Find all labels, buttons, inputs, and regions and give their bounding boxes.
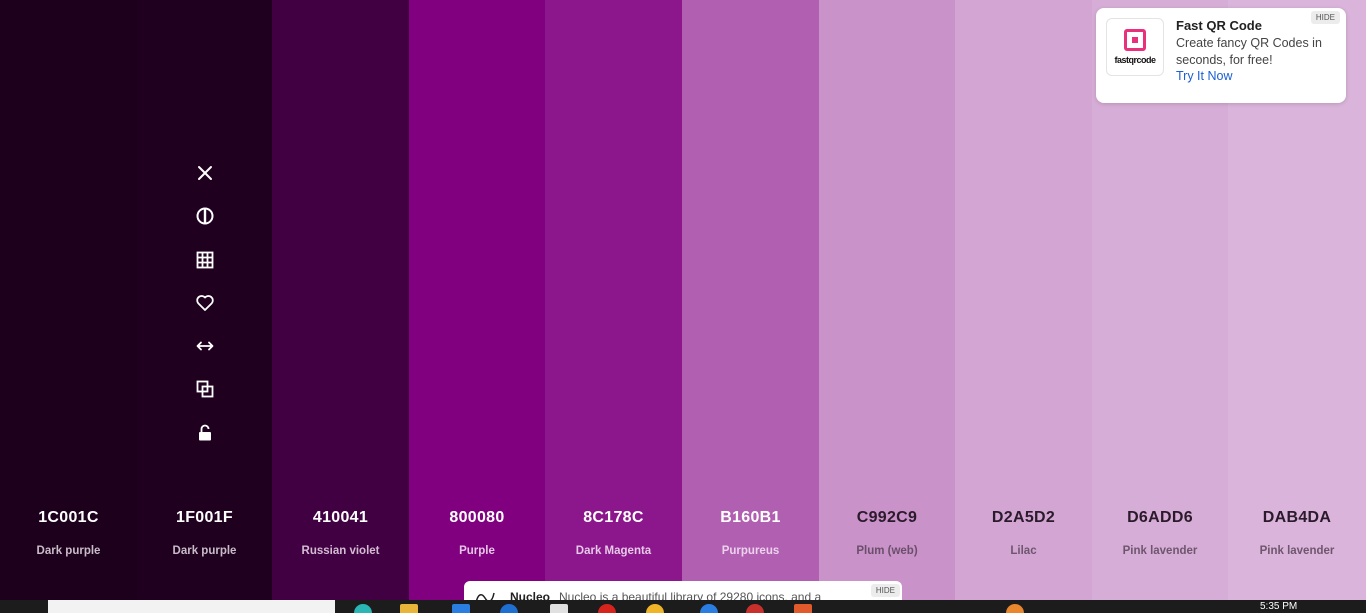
swatch-hex-code[interactable]: DAB4DA bbox=[1228, 509, 1366, 527]
swatch-color-name: Dark Magenta bbox=[575, 545, 652, 557]
view-shades-button[interactable] bbox=[190, 201, 220, 231]
swatch-hex-code[interactable]: D6ADD6 bbox=[1092, 509, 1228, 527]
heart-icon bbox=[196, 295, 214, 311]
swatch-color-name: Pink lavender bbox=[1122, 545, 1198, 557]
qr-code-icon bbox=[1124, 29, 1146, 51]
store-icon[interactable] bbox=[452, 604, 470, 613]
windows-taskbar: 5:35 PM bbox=[0, 600, 1366, 613]
color-swatch[interactable]: B160B1 Purpureus bbox=[682, 0, 819, 600]
swatch-hex-code[interactable]: C992C9 bbox=[819, 509, 955, 527]
swatch-color-name: Purple bbox=[459, 545, 495, 557]
swatch-color-name: Plum (web) bbox=[856, 545, 918, 557]
folder-icon[interactable] bbox=[400, 604, 418, 613]
grid-view-button[interactable] bbox=[190, 245, 220, 275]
taskbar-app-icon[interactable] bbox=[700, 604, 718, 613]
swatch-color-name: Dark purple bbox=[172, 545, 237, 557]
edge-icon[interactable] bbox=[500, 604, 518, 613]
taskbar-app-icon[interactable] bbox=[746, 604, 764, 613]
swatch-color-name: Purpureus bbox=[721, 545, 780, 557]
contrast-icon bbox=[196, 207, 214, 225]
remove-color-button[interactable] bbox=[190, 158, 220, 188]
swatch-hex-code[interactable]: 1C001C bbox=[0, 509, 137, 527]
fastqrcode-logo: fastqrcode bbox=[1106, 18, 1164, 76]
hide-ad-button[interactable]: HIDE bbox=[870, 584, 900, 597]
taskbar-search-box[interactable] bbox=[48, 600, 335, 613]
close-icon bbox=[198, 166, 212, 180]
ad-cta-link[interactable]: Try It Now bbox=[1176, 69, 1232, 83]
swatch-color-name: Russian violet bbox=[301, 545, 380, 557]
swatch-color-name: Dark purple bbox=[36, 545, 101, 557]
ad-description: Create fancy QR Codes in seconds, for fr… bbox=[1176, 36, 1322, 67]
taskbar-app-icon[interactable] bbox=[354, 604, 372, 613]
tray-app-icon[interactable] bbox=[1006, 604, 1024, 613]
swatch-hex-code[interactable]: 410041 bbox=[272, 509, 409, 527]
taskbar-clock[interactable]: 5:35 PM bbox=[1260, 601, 1297, 612]
grid-icon bbox=[196, 251, 214, 268]
color-swatch[interactable]: D2A5D2 Lilac bbox=[955, 0, 1092, 600]
swatch-toolbar bbox=[190, 158, 220, 461]
swatch-color-name: Lilac bbox=[1010, 545, 1037, 557]
drag-color-button[interactable] bbox=[190, 331, 220, 361]
opera-icon[interactable] bbox=[598, 604, 616, 613]
taskbar-app-icon[interactable] bbox=[794, 604, 812, 613]
copy-hex-button[interactable] bbox=[190, 374, 220, 404]
fastqrcode-logo-text: fastqrcode bbox=[1114, 55, 1156, 65]
ad-title: Fast QR Code bbox=[1176, 18, 1262, 33]
color-swatch[interactable]: C992C9 Plum (web) bbox=[819, 0, 955, 600]
swatch-hex-code[interactable]: B160B1 bbox=[682, 509, 819, 527]
unlock-icon bbox=[199, 424, 211, 441]
file-icon[interactable] bbox=[550, 604, 568, 613]
save-color-button[interactable] bbox=[190, 288, 220, 318]
swatch-hex-code[interactable]: 1F001F bbox=[137, 509, 272, 527]
chrome-icon[interactable] bbox=[646, 604, 664, 613]
swatch-hex-code[interactable]: 800080 bbox=[409, 509, 545, 527]
color-swatch[interactable]: 800080 Purple bbox=[409, 0, 545, 600]
swatch-hex-code[interactable]: 8C178C bbox=[545, 509, 682, 527]
copy-icon bbox=[196, 381, 214, 398]
swatch-color-name: Pink lavender bbox=[1259, 545, 1335, 557]
hide-ad-button[interactable]: HIDE bbox=[1310, 11, 1340, 24]
color-swatch[interactable]: 410041 Russian violet bbox=[272, 0, 409, 600]
color-swatch[interactable]: 1C001C Dark purple bbox=[0, 0, 137, 600]
color-swatch[interactable]: 8C178C Dark Magenta bbox=[545, 0, 682, 600]
lock-color-button[interactable] bbox=[190, 418, 220, 448]
swatch-hex-code[interactable]: D2A5D2 bbox=[955, 509, 1092, 527]
fastqrcode-ad[interactable]: fastqrcode Fast QR Code Create fancy QR … bbox=[1096, 8, 1346, 103]
arrows-horizontal-icon bbox=[196, 341, 214, 351]
